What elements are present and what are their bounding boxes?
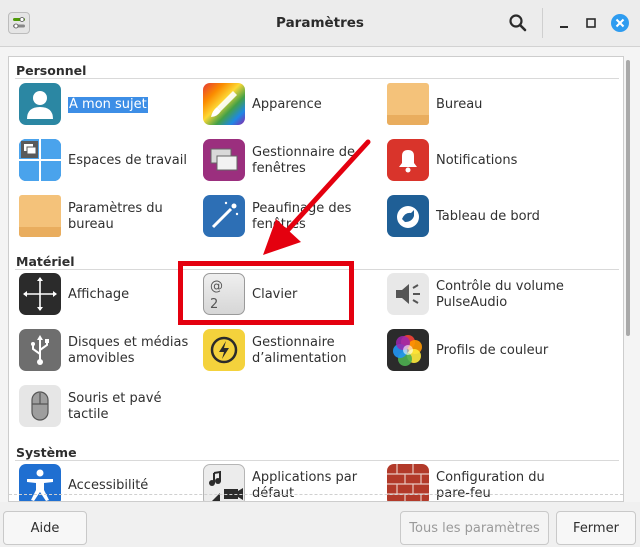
close-dialog-button[interactable]: Fermer: [556, 511, 636, 545]
all-settings-button[interactable]: Tous les paramètres: [400, 511, 549, 545]
help-button[interactable]: Aide: [3, 511, 87, 545]
footer-bar: Aide Tous les paramètres Fermer: [0, 502, 640, 547]
annotation-arrow-icon: [263, 139, 371, 255]
